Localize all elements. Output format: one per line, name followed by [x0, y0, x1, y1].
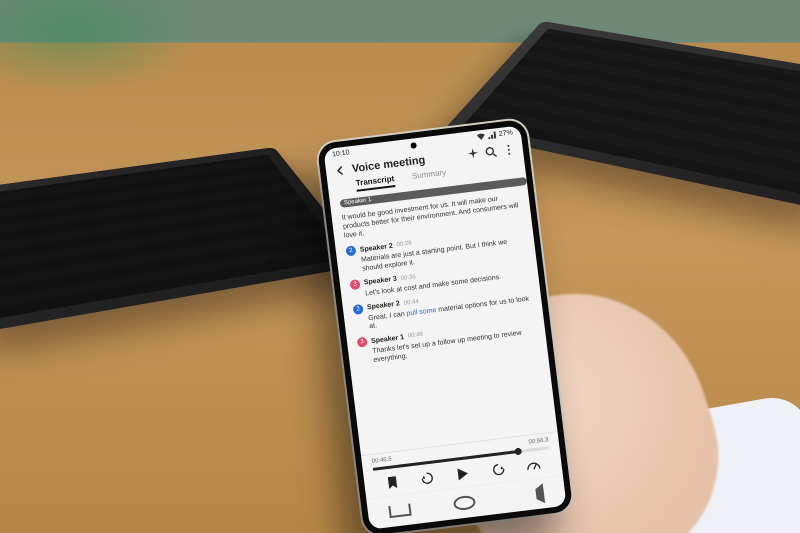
status-time: 10:10 [332, 149, 350, 158]
battery-level: 27% [498, 129, 513, 138]
wifi-icon [477, 133, 486, 141]
timestamp: 00:36 [400, 274, 416, 282]
laptop-left [0, 147, 368, 333]
search-icon[interactable] [484, 145, 497, 158]
forward-icon[interactable] [490, 462, 506, 478]
play-icon[interactable] [455, 466, 471, 482]
more-icon[interactable] [502, 143, 515, 156]
time-total: 00:56.3 [528, 437, 549, 445]
speed-icon[interactable] [526, 457, 542, 473]
signal-icon [488, 131, 497, 139]
speaker-label: Speaker 3 [364, 276, 398, 287]
avatar-icon: 2 [353, 303, 364, 314]
avatar-icon: 3 [350, 279, 361, 290]
speaker-label: Speaker 2 [360, 243, 394, 254]
speaker-label: Speaker 2 [367, 300, 401, 311]
back-icon[interactable] [333, 164, 346, 177]
camera-hole [410, 142, 417, 149]
tab-summary[interactable]: Summary [411, 168, 447, 185]
seek-knob[interactable] [514, 448, 522, 456]
timestamp: 00:44 [403, 299, 419, 307]
transcript-content[interactable]: It would be good investment for us. It w… [331, 187, 558, 455]
avatar-icon: 3 [357, 337, 368, 348]
nav-back[interactable] [517, 483, 545, 506]
timestamp: 00:48 [408, 332, 424, 340]
phone-screen: 10:10 27% Voice meeting [323, 125, 566, 529]
nav-home[interactable] [453, 495, 477, 512]
ai-icon[interactable] [466, 148, 479, 161]
time-current: 00:46.5 [371, 456, 392, 464]
timestamp: 00:29 [396, 241, 412, 249]
bookmark-icon[interactable] [385, 475, 401, 491]
scene-background: 10:10 27% Voice meeting [0, 0, 800, 533]
avatar-icon: 2 [345, 246, 356, 257]
speaker-label: Speaker 1 [371, 334, 405, 345]
nav-recents[interactable] [389, 504, 412, 519]
rewind-icon[interactable] [420, 470, 436, 486]
smartphone: 10:10 27% Voice meeting [317, 119, 574, 533]
